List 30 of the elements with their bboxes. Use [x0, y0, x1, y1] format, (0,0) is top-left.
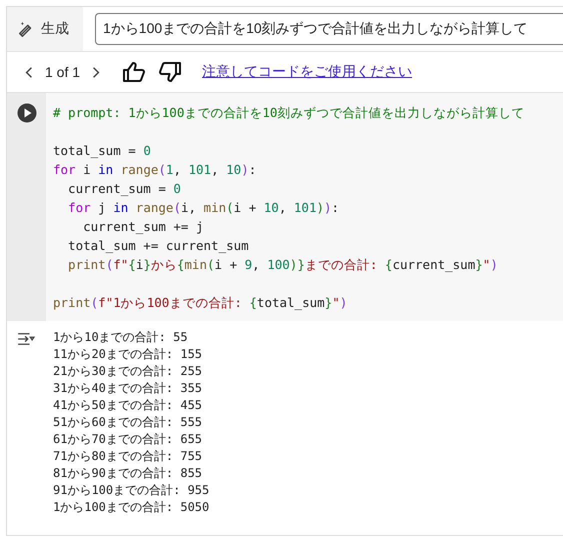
- output-line: 71から80までの合計: 755: [53, 448, 204, 465]
- chevron-right-icon[interactable]: [92, 66, 100, 78]
- output-line: 61から70までの合計: 655: [53, 431, 204, 448]
- thumbs-down-icon[interactable]: [158, 60, 182, 84]
- code-line: for j in range(i, min(i + 10, 101)):: [67, 199, 340, 217]
- code-line: print(f"{i}から{min(i + 9, 100)}までの合計: {current_sum}"): [67, 256, 499, 274]
- page-counter: 1 of 1: [45, 64, 80, 80]
- run-button[interactable]: [16, 103, 36, 123]
- output-line: 31から40までの合計: 355: [53, 380, 204, 397]
- code-line: # prompt: 1から100までの合計を10刻みずつで合計値を出力しながら計算して: [53, 104, 526, 122]
- prompt-field[interactable]: 1から100までの合計を10刻みずつで合計値を出力しながら計算して: [95, 13, 563, 45]
- code-line: print(f"1から100までの合計: {total_sum}"): [53, 294, 348, 312]
- code-line: total_sum = 0: [53, 142, 152, 160]
- chevron-left-icon[interactable]: [25, 66, 33, 78]
- thumbs-up-icon[interactable]: [122, 60, 146, 84]
- generate-label[interactable]: 生成: [41, 20, 69, 38]
- code-line: current_sum += j: [82, 218, 205, 236]
- code-line: total_sum += current_sum: [67, 237, 250, 255]
- output-line: 11から20までの合計: 155: [53, 346, 204, 363]
- output-line: 41から50までの合計: 455: [53, 397, 204, 414]
- output-line: 1から100までの合計: 5050: [53, 499, 210, 516]
- output-line: 91から100までの合計: 955: [53, 482, 210, 499]
- output-line: 81から90までの合計: 855: [53, 465, 204, 482]
- code-line: for i in range(1, 101, 10):: [53, 161, 258, 179]
- output-line: 1から10までの合計: 55: [53, 329, 189, 346]
- code-line: current_sum = 0: [67, 180, 182, 198]
- output-toggle-icon[interactable]: [17, 332, 35, 346]
- output-line: 51から60までの合計: 555: [53, 414, 204, 431]
- output-line: 21から30までの合計: 255: [53, 363, 204, 380]
- caution-link[interactable]: 注意してコードをご使用ください: [202, 63, 412, 81]
